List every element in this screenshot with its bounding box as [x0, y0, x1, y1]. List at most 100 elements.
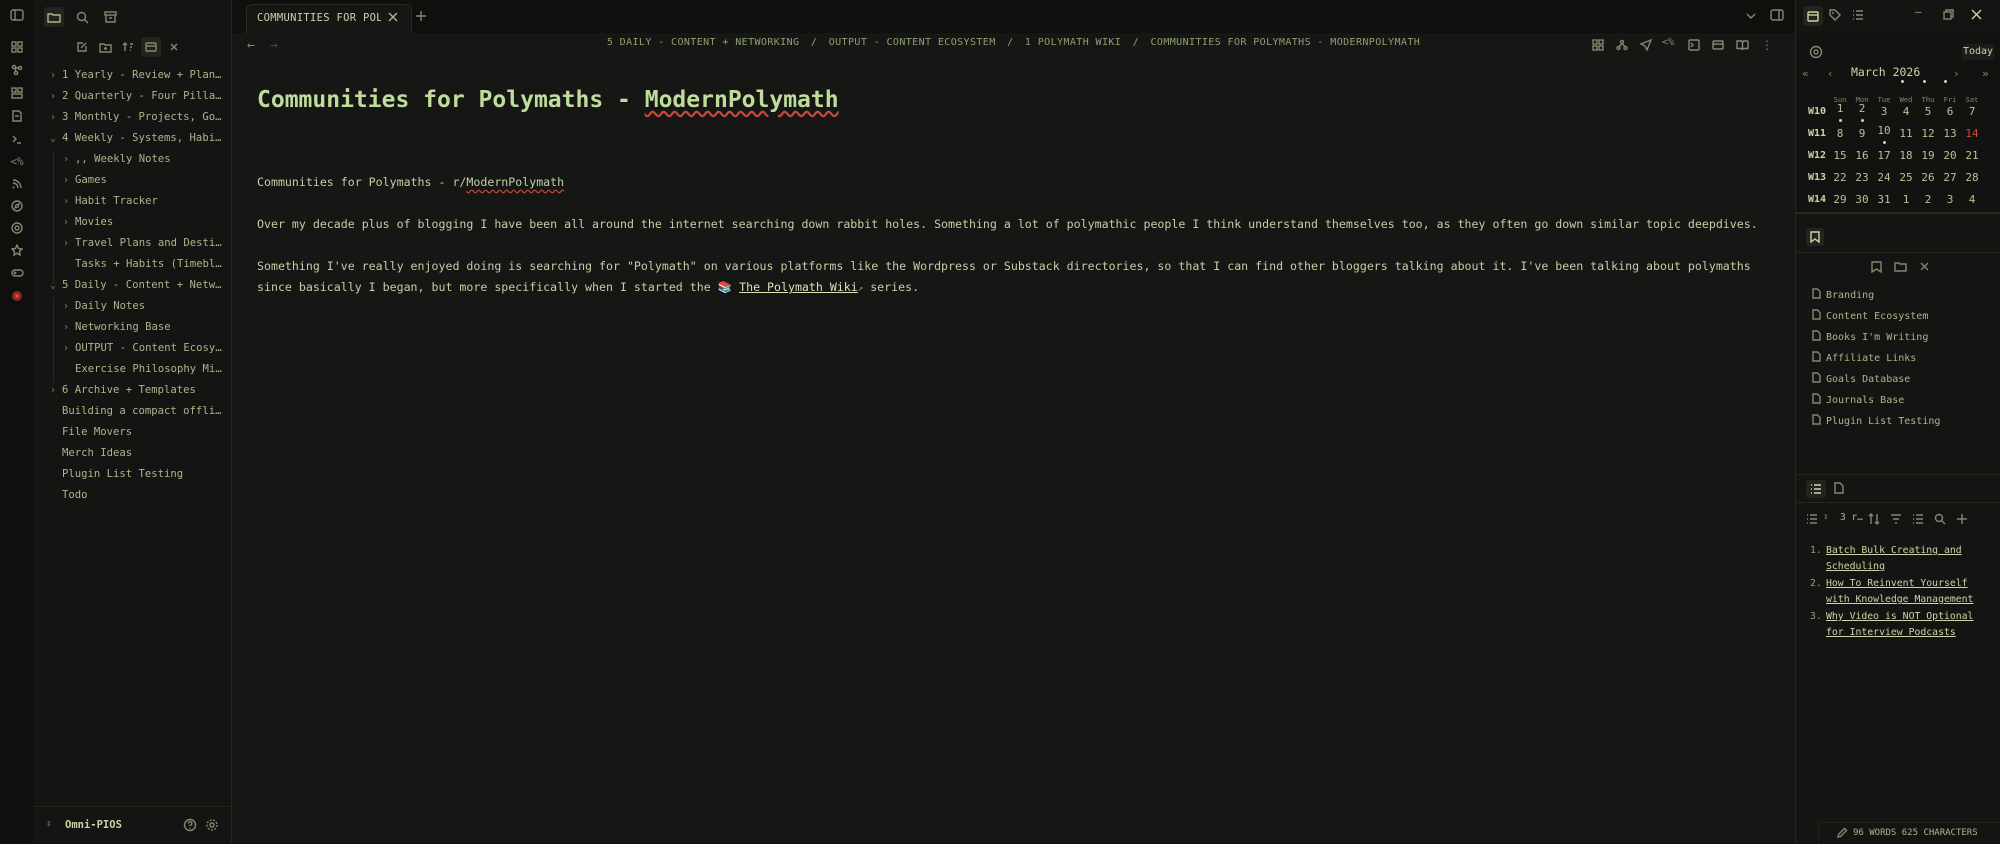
bookmark-item[interactable]: Journals Base: [1812, 392, 1904, 410]
note-title[interactable]: Communities for Polymaths - ModernPolyma…: [257, 87, 839, 113]
calendar-scrollbar[interactable]: [1796, 212, 2000, 214]
search-icon[interactable]: [72, 7, 92, 27]
chevron-right-icon[interactable]: ›: [61, 339, 71, 358]
calendar-day[interactable]: 1: [1895, 193, 1917, 206]
external-link-icon[interactable]: ↗: [858, 284, 863, 294]
bookmark-item[interactable]: Goals Database: [1812, 371, 1910, 389]
calendar-day[interactable]: 30: [1851, 193, 1873, 206]
chevron-right-icon[interactable]: ›: [61, 192, 71, 211]
send-icon[interactable]: [1640, 39, 1652, 51]
rss-icon[interactable]: [8, 175, 26, 193]
chevron-right-icon[interactable]: ›: [48, 381, 58, 400]
reading-view-icon[interactable]: [1736, 39, 1749, 51]
tree-folder[interactable]: OUTPUT - Content Ecosyst…: [75, 339, 227, 358]
star-icon[interactable]: [8, 241, 26, 259]
restore-icon[interactable]: [1943, 9, 1954, 20]
calendar-day[interactable]: 17: [1873, 149, 1895, 162]
today-button[interactable]: Today: [1962, 44, 1994, 60]
next-year-icon[interactable]: »: [1982, 67, 1989, 80]
prev-year-icon[interactable]: «: [1802, 67, 1809, 80]
outline-search-icon[interactable]: [1934, 513, 1946, 525]
paragraph-2-line-2[interactable]: since basically I began, but more specif…: [257, 280, 919, 294]
calendar-day[interactable]: 28: [1961, 171, 1983, 184]
tree-folder[interactable]: Daily Notes: [75, 297, 227, 316]
tree-folder[interactable]: Networking Base: [75, 318, 227, 337]
calendar-day[interactable]: 20: [1939, 149, 1961, 162]
bookmark-collapse-icon[interactable]: [1919, 261, 1930, 272]
calendar-day[interactable]: 14: [1961, 127, 1983, 140]
breadcrumb-item[interactable]: 5 DAILY - CONTENT + NETWORKING: [607, 37, 800, 48]
calendar-month-year[interactable]: March 2026: [1851, 65, 1920, 79]
bookmark-item[interactable]: Plugin List Testing: [1812, 413, 1940, 431]
calendar-day[interactable]: 6: [1939, 105, 1961, 118]
chevron-right-icon[interactable]: ›: [61, 234, 71, 253]
tree-folder[interactable]: 1 Yearly - Review + Planni…: [62, 66, 227, 85]
bookmark-tab-icon[interactable]: [1806, 228, 1824, 246]
calendar-day[interactable]: 12: [1917, 127, 1939, 140]
tree-file[interactable]: Exercise Philosophy Mini…: [75, 360, 227, 379]
calendar-day[interactable]: 3: [1939, 193, 1961, 206]
calendar-day[interactable]: 15: [1829, 149, 1851, 162]
tree-folder[interactable]: Games: [75, 171, 227, 190]
outline-depth-icon[interactable]: ⇕: [1823, 512, 1828, 522]
outline-sort-icon[interactable]: [1868, 513, 1880, 525]
calendar-day[interactable]: 7: [1961, 105, 1983, 118]
file-tab-icon[interactable]: [1834, 482, 1844, 494]
chevron-right-icon[interactable]: ›: [61, 171, 71, 190]
new-tab-icon[interactable]: [415, 10, 427, 22]
breadcrumb-item[interactable]: COMMUNITIES FOR POLYMATHS - MODERNPOLYMA…: [1151, 37, 1421, 48]
calendar-day[interactable]: 8: [1829, 127, 1851, 140]
right-sidebar-toggle-icon[interactable]: [1770, 9, 1784, 21]
gamepad-icon[interactable]: [8, 264, 26, 282]
calendar-day[interactable]: 13: [1939, 127, 1961, 140]
folder-icon[interactable]: [44, 7, 64, 27]
outline-list-icon[interactable]: [1806, 514, 1818, 524]
next-month-icon[interactable]: ›: [1953, 67, 1960, 80]
archive-icon[interactable]: [100, 7, 120, 27]
vault-name[interactable]: Omni-PIOS: [65, 819, 122, 831]
chevron-right-icon[interactable]: ›: [61, 213, 71, 232]
calendar-day[interactable]: 29: [1829, 193, 1851, 206]
paragraph-1[interactable]: Over my decade plus of blogging I have b…: [257, 217, 1758, 231]
terminal-view-icon[interactable]: [1688, 39, 1700, 51]
tree-folder[interactable]: 3 Monthly - Projects, Goals: [62, 108, 227, 127]
chevron-right-icon[interactable]: ›: [48, 87, 58, 106]
tree-file[interactable]: Todo: [62, 486, 227, 505]
prev-month-icon[interactable]: ‹: [1827, 67, 1834, 80]
calendar-settings-icon[interactable]: [1809, 45, 1823, 59]
minimize-icon[interactable]: —: [1915, 5, 1922, 18]
gallery-view-icon[interactable]: [1592, 39, 1604, 51]
calendar-day[interactable]: 18: [1895, 149, 1917, 162]
outline-item[interactable]: Batch Bulk Creating and Scheduling: [1826, 543, 1962, 575]
tree-file[interactable]: Plugin List Testing: [62, 465, 227, 484]
close-window-icon[interactable]: [1971, 9, 1982, 20]
calendar-day[interactable]: 31: [1873, 193, 1895, 206]
template-icon[interactable]: <%: [1662, 37, 1674, 48]
dashboard-icon[interactable]: [8, 38, 26, 56]
templater-icon[interactable]: <%: [8, 152, 26, 170]
calendar-day[interactable]: 25: [1895, 171, 1917, 184]
tree-file[interactable]: Merch Ideas: [62, 444, 227, 463]
bookmark-item[interactable]: Affiliate Links: [1812, 350, 1916, 368]
chevron-right-icon[interactable]: ›: [61, 297, 71, 316]
settings-gear-icon[interactable]: [205, 818, 219, 832]
compass-icon[interactable]: [8, 197, 26, 215]
tag-icon[interactable]: [1829, 9, 1841, 21]
bookmark-item[interactable]: Books I'm Writing: [1812, 329, 1928, 347]
outline-add-icon[interactable]: [1956, 513, 1968, 525]
calendar-day[interactable]: 21: [1961, 149, 1983, 162]
calendar-tab-icon[interactable]: [1803, 6, 1823, 26]
calendar-day[interactable]: 4: [1961, 193, 1983, 206]
calendar-day[interactable]: 1: [1829, 102, 1851, 115]
calendar-day[interactable]: 11: [1895, 127, 1917, 140]
tree-folder[interactable]: Movies: [75, 213, 227, 232]
canvas-icon[interactable]: [8, 84, 26, 102]
tree-folder[interactable]: Habit Tracker: [75, 192, 227, 211]
sort-icon[interactable]: [118, 37, 138, 57]
calendar-day[interactable]: 5: [1917, 105, 1939, 118]
polymath-wiki-link[interactable]: The Polymath Wiki: [739, 280, 858, 294]
pencil-icon[interactable]: [1836, 827, 1848, 839]
calendar-day[interactable]: 24: [1873, 171, 1895, 184]
breadcrumb-item[interactable]: OUTPUT - CONTENT ECOSYSTEM: [829, 37, 996, 48]
tab-communities[interactable]: COMMUNITIES FOR POLY…: [246, 4, 412, 34]
